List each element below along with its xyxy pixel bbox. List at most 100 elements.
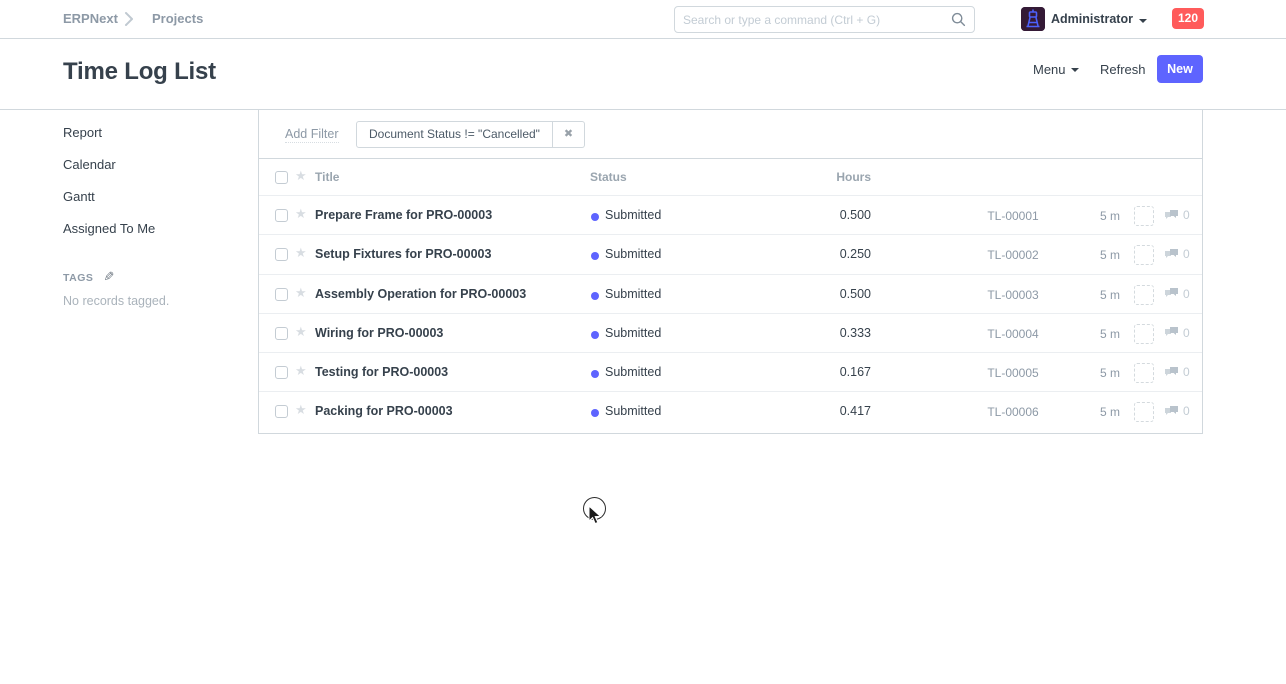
table-row[interactable]: ★ Assembly Operation for PRO-00003 Submi… [259,275,1202,314]
star-icon[interactable]: ★ [295,363,307,379]
table-row[interactable]: ★ Wiring for PRO-00003 Submitted 0.333 T… [259,314,1202,353]
active-filter: Document Status != "Cancelled" ✖ [356,121,585,148]
assignee-placeholder[interactable] [1134,285,1154,305]
hours-value: 0.500 [840,208,871,222]
row-title-link[interactable]: Packing for PRO-00003 [315,404,453,418]
hours-value: 0.417 [840,404,871,418]
status-indicator-dot [591,292,599,300]
record-id: TL-00002 [965,248,1061,262]
breadcrumb-projects[interactable]: Projects [152,11,203,26]
comment-icon [1164,405,1179,418]
add-filter-button[interactable]: Add Filter [285,127,339,143]
comments-indicator[interactable]: 0 [1164,287,1190,301]
comments-indicator[interactable]: 0 [1164,208,1190,222]
status-indicator-dot [591,213,599,221]
status-badge: Submitted [605,287,661,301]
record-id: TL-00004 [965,327,1061,341]
chevron-down-icon [1071,68,1079,72]
select-all-checkbox[interactable] [275,171,288,184]
column-header-status: Status [590,170,627,184]
record-id: TL-00006 [965,405,1061,419]
hours-value: 0.167 [840,365,871,379]
hours-value: 0.333 [840,326,871,340]
star-icon[interactable]: ★ [295,245,307,261]
assignee-placeholder[interactable] [1134,363,1154,383]
row-checkbox[interactable] [275,327,288,340]
row-checkbox[interactable] [275,288,288,301]
list-sidebar: Report Calendar Gantt Assigned To Me TAG… [63,110,243,308]
user-name: Administrator [1051,12,1133,26]
row-title-link[interactable]: Testing for PRO-00003 [315,365,448,379]
menu-label: Menu [1033,62,1066,77]
status-badge: Submitted [605,326,661,340]
refresh-button[interactable]: Refresh [1100,62,1146,77]
assignee-placeholder[interactable] [1134,402,1154,422]
search-input[interactable] [683,7,938,32]
chevron-down-icon [1139,19,1147,23]
comment-count: 0 [1183,365,1190,379]
comment-icon [1164,326,1179,339]
page-header: Time Log List Menu Refresh New [0,40,1286,110]
search-icon[interactable] [951,12,966,32]
user-avatar [1021,7,1045,31]
star-icon[interactable]: ★ [295,285,307,301]
erpnext-app: ERPNext Projects Administrator 120 Time … [0,0,1286,684]
sidebar-item-calendar[interactable]: Calendar [63,156,243,173]
edit-tags-pencil-icon[interactable]: ✎ [103,269,114,285]
comments-indicator[interactable]: 0 [1164,404,1190,418]
comment-count: 0 [1183,326,1190,340]
sidebar-item-report[interactable]: Report [63,124,243,141]
star-icon[interactable]: ★ [295,168,307,184]
comment-icon [1164,366,1179,379]
row-checkbox[interactable] [275,209,288,222]
row-title-link[interactable]: Prepare Frame for PRO-00003 [315,208,492,222]
row-title-link[interactable]: Assembly Operation for PRO-00003 [315,287,526,301]
status-badge: Submitted [605,404,661,418]
column-header-title: Title [315,170,339,184]
star-icon[interactable]: ★ [295,206,307,222]
filter-area: Add Filter Document Status != "Cancelled… [259,110,1202,159]
record-id: TL-00003 [965,288,1061,302]
new-button[interactable]: New [1157,55,1203,83]
comments-indicator[interactable]: 0 [1164,326,1190,340]
row-title-link[interactable]: Setup Fixtures for PRO-00003 [315,247,491,261]
notifications-badge[interactable]: 120 [1172,8,1204,29]
modified-timestamp: 5 m [1100,209,1120,223]
filter-pill-document-status[interactable]: Document Status != "Cancelled" [356,121,553,148]
row-checkbox[interactable] [275,366,288,379]
status-badge: Submitted [605,365,661,379]
menu-button[interactable]: Menu [1033,62,1079,77]
row-checkbox[interactable] [275,405,288,418]
status-indicator-dot [591,252,599,260]
status-badge: Submitted [605,247,661,261]
status-indicator-dot [591,409,599,417]
status-indicator-dot [591,370,599,378]
modified-timestamp: 5 m [1100,327,1120,341]
record-id: TL-00005 [965,366,1061,380]
comment-count: 0 [1183,247,1190,261]
table-row[interactable]: ★ Packing for PRO-00003 Submitted 0.417 … [259,392,1202,431]
mouse-cursor [588,505,602,525]
table-row[interactable]: ★ Setup Fixtures for PRO-00003 Submitted… [259,235,1202,274]
remove-filter-button[interactable]: ✖ [553,121,585,148]
modified-timestamp: 5 m [1100,248,1120,262]
page-title: Time Log List [63,58,216,86]
sidebar-item-gantt[interactable]: Gantt [63,188,243,205]
star-icon[interactable]: ★ [295,402,307,418]
comment-count: 0 [1183,404,1190,418]
row-checkbox[interactable] [275,248,288,261]
breadcrumb-chevron-icon [122,9,136,34]
comments-indicator[interactable]: 0 [1164,247,1190,261]
assignee-placeholder[interactable] [1134,206,1154,226]
tags-label: TAGS [63,272,93,284]
star-icon[interactable]: ★ [295,324,307,340]
hours-value: 0.500 [840,287,871,301]
sidebar-item-assigned-to-me[interactable]: Assigned To Me [63,220,243,237]
row-title-link[interactable]: Wiring for PRO-00003 [315,326,443,340]
comments-indicator[interactable]: 0 [1164,365,1190,379]
table-row[interactable]: ★ Prepare Frame for PRO-00003 Submitted … [259,196,1202,235]
assignee-placeholder[interactable] [1134,324,1154,344]
brand-link[interactable]: ERPNext [63,11,118,26]
assignee-placeholder[interactable] [1134,245,1154,265]
table-row[interactable]: ★ Testing for PRO-00003 Submitted 0.167 … [259,353,1202,392]
